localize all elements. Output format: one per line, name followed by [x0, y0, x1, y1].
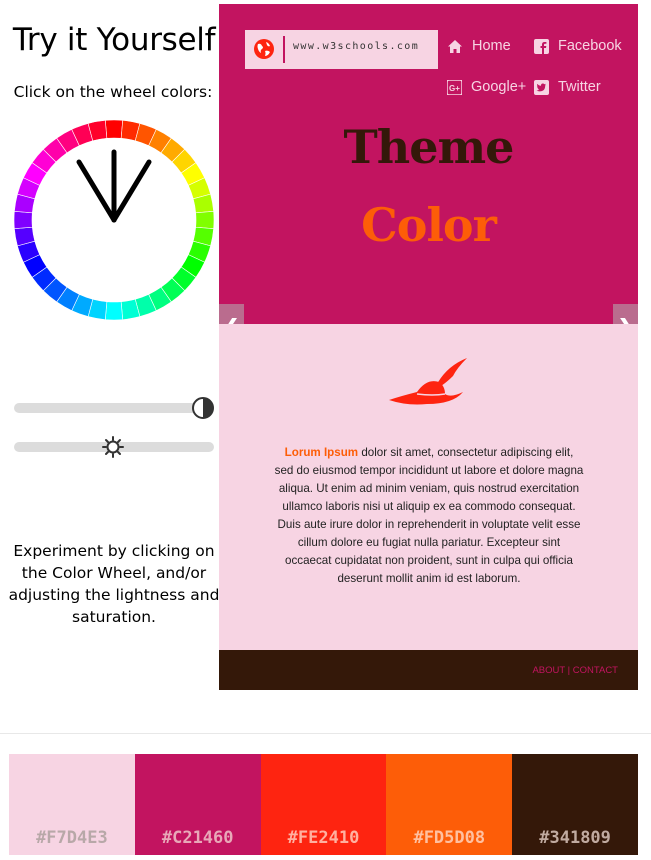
twitter-icon — [534, 79, 549, 95]
nav-googleplus-label: Google+ — [471, 79, 527, 95]
swatch-4[interactable]: #FD5D08 — [386, 754, 513, 855]
color-wheel-segment[interactable] — [14, 210, 33, 230]
nav-home[interactable]: Home — [447, 38, 511, 54]
lightness-slider[interactable] — [14, 397, 214, 419]
footer-links: ABOUT | CONTACT — [532, 665, 618, 676]
swatch-2-label: #C21460 — [161, 828, 234, 848]
swatch-4-label: #FD5D08 — [413, 828, 486, 848]
footer-contact-link[interactable]: CONTACT — [573, 665, 618, 676]
globe-icon — [254, 39, 274, 59]
palette-swatches: #F7D4E3 #C21460 #FE2410 #FD5D08 #341809 — [9, 754, 638, 855]
hero-title-line2: Color — [361, 198, 497, 252]
swatch-1[interactable]: #F7D4E3 — [9, 754, 135, 855]
nav-twitter-label: Twitter — [558, 79, 601, 95]
swatch-2[interactable]: #C21460 — [134, 754, 261, 855]
wheel-instructions: Click on the wheel colors: — [13, 83, 213, 101]
hero-section: www.w3schools.com Home Facebook G+ Googl… — [219, 4, 638, 324]
hero-title-line1: Theme — [343, 120, 515, 174]
swatch-1-label: #F7D4E3 — [36, 828, 108, 848]
footer-separator: | — [565, 665, 573, 676]
content-section: Lorum Ipsum dolor sit amet, consectetur … — [219, 324, 638, 650]
color-wheel-segment[interactable] — [104, 120, 124, 139]
swatch-3-label: #FE2410 — [287, 828, 360, 848]
logo-box[interactable]: www.w3schools.com — [245, 30, 438, 69]
footer-about-link[interactable]: ABOUT — [532, 665, 565, 676]
googleplus-icon: G+ — [447, 79, 462, 95]
divider — [0, 733, 651, 734]
logo-text: www.w3schools.com — [293, 41, 420, 52]
swatch-3[interactable]: #FE2410 — [260, 754, 387, 855]
lorem-highlight: Lorum Ipsum — [284, 446, 359, 459]
theme-preview: www.w3schools.com Home Facebook G+ Googl… — [219, 4, 638, 690]
home-icon — [448, 39, 462, 53]
hat-icon — [389, 358, 467, 405]
contrast-icon[interactable] — [192, 397, 214, 419]
facebook-icon — [534, 38, 549, 54]
page-title: Try it Yourself — [12, 22, 216, 58]
logo-separator — [283, 36, 285, 63]
svg-text:G+: G+ — [449, 84, 460, 93]
swatch-5-label: #341809 — [539, 828, 611, 848]
nav-home-label: Home — [472, 38, 511, 54]
nav-facebook[interactable]: Facebook — [534, 38, 622, 54]
brightness-icon[interactable] — [102, 436, 124, 458]
nav-twitter[interactable]: Twitter — [534, 79, 601, 95]
saturation-slider[interactable] — [14, 436, 214, 458]
experiment-text: Experiment by clicking on the Color Whee… — [8, 542, 220, 626]
lorem-paragraph: Lorum Ipsum dolor sit amet, consectetur … — [274, 444, 584, 588]
color-wheel-segment[interactable] — [104, 301, 124, 320]
lorem-body: dolor sit amet, consectetur adipiscing e… — [274, 446, 584, 585]
color-wheel[interactable] — [14, 120, 214, 320]
nav-facebook-label: Facebook — [558, 38, 622, 54]
nav-googleplus[interactable]: G+ Google+ — [447, 79, 526, 95]
left-panel: Try it Yourself Click on the wheel color… — [0, 0, 220, 700]
swatch-5[interactable]: #341809 — [512, 754, 638, 855]
footer: ABOUT | CONTACT — [219, 650, 638, 690]
color-wheel-segment[interactable] — [195, 210, 214, 230]
